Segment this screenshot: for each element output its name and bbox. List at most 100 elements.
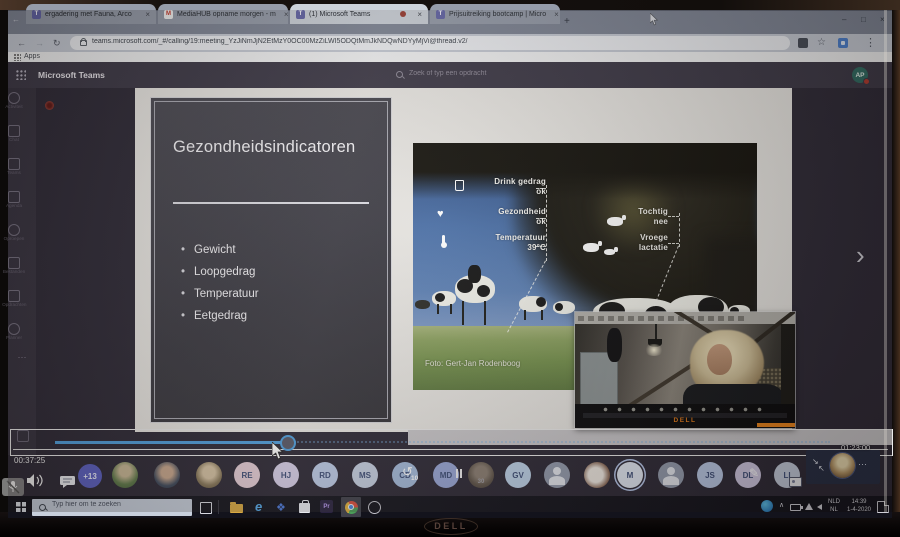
tray-chevron-icon[interactable]: ∧ xyxy=(779,501,784,509)
sidebar-item-assignments[interactable]: Opdrachten xyxy=(0,290,28,308)
laptop-photo: DELL ← T ergadering met Fauna, Arco × M … xyxy=(0,0,900,537)
more-options-icon[interactable]: ⋯ xyxy=(858,459,867,470)
teams-search[interactable] xyxy=(396,69,596,81)
teams-search-input[interactable] xyxy=(407,69,591,78)
chrome-icon[interactable] xyxy=(345,501,358,514)
participant-avatar[interactable] xyxy=(154,462,180,488)
bookmark-star-icon[interactable]: ☆ xyxy=(817,37,826,48)
presenter-video-tile[interactable]: DELL xyxy=(575,312,795,428)
skip-back-badge: 10 xyxy=(411,475,418,482)
sidebar-item-planner[interactable]: Planner xyxy=(0,323,28,341)
ssl-lock-icon xyxy=(80,40,87,46)
participant-avatar[interactable] xyxy=(544,462,570,488)
tab-close-icon[interactable]: × xyxy=(413,10,422,19)
collapse-arrow-icon[interactable]: ↖ xyxy=(818,464,825,473)
participant-avatar[interactable] xyxy=(658,462,684,488)
reload-icon[interactable]: ↻ xyxy=(53,38,61,49)
connector-line xyxy=(536,218,546,219)
self-video-thumbnail[interactable]: ↘ ↖ ⋯ xyxy=(806,450,880,484)
dark-corner xyxy=(781,324,795,416)
taskbar-search-input[interactable] xyxy=(50,500,189,509)
dropbox-icon[interactable]: ❖ xyxy=(276,501,286,514)
participant-avatar[interactable] xyxy=(584,462,610,488)
window-maximize-button[interactable]: □ xyxy=(861,15,866,24)
clock[interactable]: 14:39 1-4-2020 xyxy=(844,499,874,515)
volume-icon[interactable] xyxy=(817,504,822,510)
sidebar-item-chat[interactable]: Chat xyxy=(0,125,28,143)
edge-icon[interactable]: e xyxy=(255,499,262,514)
tab-scroll-left-icon[interactable]: ← xyxy=(12,15,20,24)
connector-line xyxy=(668,216,679,217)
sidebar-more-icon[interactable]: ⋯ xyxy=(8,352,36,363)
tab-recording-dot xyxy=(400,11,406,17)
sidebar-item-calls[interactable]: Oproepen xyxy=(0,224,28,242)
participant-avatar[interactable]: MS xyxy=(352,462,378,488)
carousel-next-icon[interactable]: › xyxy=(856,242,865,268)
browser-tab-1[interactable]: T ergadering met Fauna, Arco × xyxy=(26,4,156,24)
thumbnail-strip xyxy=(578,316,748,321)
window-minimize-button[interactable]: – xyxy=(842,15,846,24)
battery-icon[interactable] xyxy=(790,504,801,511)
participant-avatar[interactable]: HJ xyxy=(273,462,299,488)
participant-avatar[interactable]: GV xyxy=(505,462,531,488)
participant-avatar[interactable] xyxy=(112,462,138,488)
premiere-pro-icon[interactable]: Pr xyxy=(320,500,333,513)
participant-avatar[interactable]: JS xyxy=(697,462,723,488)
participant-avatar[interactable]: RD xyxy=(312,462,338,488)
url-text[interactable]: teams.microsoft.com/_#/calling/19:meetin… xyxy=(92,38,712,45)
elapsed-time: 00:37:25 xyxy=(14,456,45,465)
app-circle-icon[interactable] xyxy=(368,501,381,514)
slide-bullet: Eetgedrag xyxy=(181,310,259,322)
browser-menu-icon[interactable]: ⋮ xyxy=(865,36,876,49)
briefcase-icon xyxy=(8,290,20,302)
wifi-icon[interactable] xyxy=(805,503,813,510)
sidebar-item-calendar[interactable]: Agenda xyxy=(0,191,28,209)
new-tab-button[interactable]: + xyxy=(564,16,570,27)
back-icon[interactable]: ← xyxy=(17,38,26,48)
sidebar-item-teams[interactable]: Teams xyxy=(0,158,28,176)
browser-tab-4[interactable]: T Prijsuitreiking bootcamp | Micro × xyxy=(430,4,560,24)
windows-taskbar: e ❖ Pr ∧ NLD NL 14:39 1-4-2020 xyxy=(8,496,892,518)
forward-icon[interactable]: → xyxy=(35,38,44,48)
screen-edge-glint xyxy=(884,10,887,512)
apps-grid-icon[interactable] xyxy=(14,54,21,61)
participants-overflow-badge[interactable]: +13 xyxy=(78,464,102,488)
search-icon xyxy=(39,504,46,511)
microsoft-store-icon[interactable] xyxy=(299,503,310,513)
profile-status-dot xyxy=(863,78,870,85)
cow xyxy=(432,291,456,306)
tray-edge-icon[interactable] xyxy=(761,500,773,512)
sidebar-item-files[interactable]: Bestanden xyxy=(0,257,28,275)
browser-tab-3-active[interactable]: T (1) Microsoft Teams × xyxy=(290,4,428,24)
file-explorer-icon[interactable] xyxy=(230,504,243,513)
cow-icon xyxy=(607,217,623,226)
laptop-bezel-right xyxy=(892,10,900,512)
participant-avatar-speaking[interactable]: M xyxy=(617,462,643,488)
browser-tab-2[interactable]: M MediaHUB opname morgen - m × xyxy=(158,4,288,24)
language-indicator[interactable]: NLD NL xyxy=(826,499,842,515)
bookmarks-apps-label[interactable]: Apps xyxy=(24,53,40,60)
tab-close-icon[interactable]: × xyxy=(280,10,288,19)
sidebar-item-activity[interactable]: Activiteit xyxy=(0,92,28,110)
tab-close-icon[interactable]: × xyxy=(141,10,150,19)
participant-avatar[interactable] xyxy=(196,462,222,488)
participant-avatar[interactable]: 30 xyxy=(468,462,494,488)
tab-close-icon[interactable]: × xyxy=(550,10,559,19)
action-center-icon[interactable] xyxy=(877,501,889,513)
connector-line xyxy=(536,246,546,247)
start-button[interactable] xyxy=(16,502,26,512)
speaker-icon[interactable] xyxy=(26,473,44,488)
waffle-menu-icon[interactable] xyxy=(16,70,26,80)
slide-divider xyxy=(173,202,369,204)
files-icon xyxy=(8,257,20,269)
extension-icon[interactable] xyxy=(798,38,808,48)
seek-progress xyxy=(55,441,281,444)
tab-title: ergadering met Fauna, Arco xyxy=(45,11,132,18)
taskbar-search[interactable] xyxy=(32,499,192,516)
task-view-icon[interactable] xyxy=(200,502,212,514)
chat-bubble-icon[interactable] xyxy=(59,475,76,489)
mic-muted-button[interactable] xyxy=(2,478,24,496)
participant-avatar[interactable]: RE xyxy=(234,462,260,488)
teams-extension-icon[interactable] xyxy=(838,38,848,48)
tab-title: (1) Microsoft Teams xyxy=(309,11,370,18)
